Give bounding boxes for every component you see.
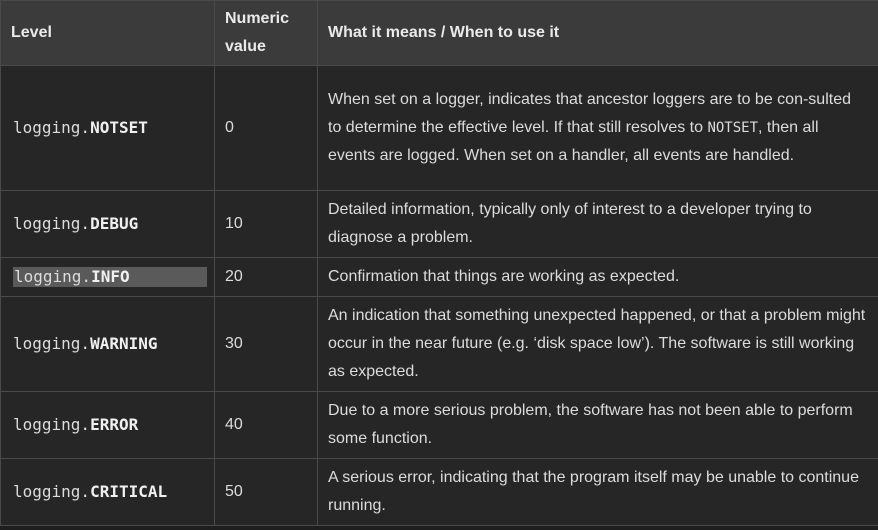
table-header-row: Level Numeric value What it means / When… — [0, 0, 878, 66]
header-meaning: What it means / When to use it — [317, 0, 878, 66]
level-name: NOTSET — [90, 118, 148, 137]
description-cell: A serious error, indicating that the pro… — [317, 458, 878, 526]
level-name: INFO — [91, 267, 130, 286]
description-cell: Detailed information, typically only of … — [317, 190, 878, 258]
description-cell: When set on a logger, indicates that anc… — [317, 65, 878, 191]
level-cell: logging.ERROR — [0, 391, 215, 459]
selected-text-highlight[interactable]: logging.INFO — [13, 267, 207, 287]
level-name: DEBUG — [90, 214, 139, 233]
numeric-value-cell: 40 — [214, 391, 318, 459]
level-cell: logging.DEBUG — [0, 190, 215, 258]
numeric-value-cell: 10 — [214, 190, 318, 258]
table-row: logging.ERROR 40 Due to a more serious p… — [0, 391, 878, 459]
level-prefix: logging. — [13, 482, 91, 501]
level-cell: logging.CRITICAL — [0, 458, 215, 526]
level-name: CRITICAL — [90, 482, 168, 501]
description-cell: Confirmation that things are working as … — [317, 257, 878, 297]
level-prefix: logging. — [13, 334, 91, 353]
level-cell: logging.INFO — [0, 257, 215, 297]
header-level: Level — [0, 0, 215, 66]
level-name: ERROR — [90, 415, 139, 434]
level-cell: logging.NOTSET — [0, 65, 215, 191]
level-prefix: logging. — [13, 118, 91, 137]
inline-code: NOTSET — [707, 120, 759, 136]
table-row: logging.NOTSET 0 When set on a logger, i… — [0, 65, 878, 191]
table-row: logging.CRITICAL 50 A serious error, ind… — [0, 458, 878, 526]
level-cell: logging.WARNING — [0, 296, 215, 392]
table-row: logging.WARNING 30 An indication that so… — [0, 296, 878, 392]
level-prefix: logging. — [13, 214, 91, 233]
logging-levels-table: Level Numeric value What it means / When… — [0, 0, 878, 526]
description-cell: An indication that something unexpected … — [317, 296, 878, 392]
table-row: logging.INFO 20 Confirmation that things… — [0, 257, 878, 297]
level-prefix: logging. — [14, 267, 92, 286]
level-prefix: logging. — [13, 415, 91, 434]
numeric-value-cell: 50 — [214, 458, 318, 526]
numeric-value-cell: 20 — [214, 257, 318, 297]
description-cell: Due to a more serious problem, the softw… — [317, 391, 878, 459]
table-row: logging.DEBUG 10 Detailed information, t… — [0, 190, 878, 258]
level-name: WARNING — [90, 334, 158, 353]
numeric-value-cell: 0 — [214, 65, 318, 191]
numeric-value-cell: 30 — [214, 296, 318, 392]
header-numeric-value: Numeric value — [214, 0, 318, 66]
